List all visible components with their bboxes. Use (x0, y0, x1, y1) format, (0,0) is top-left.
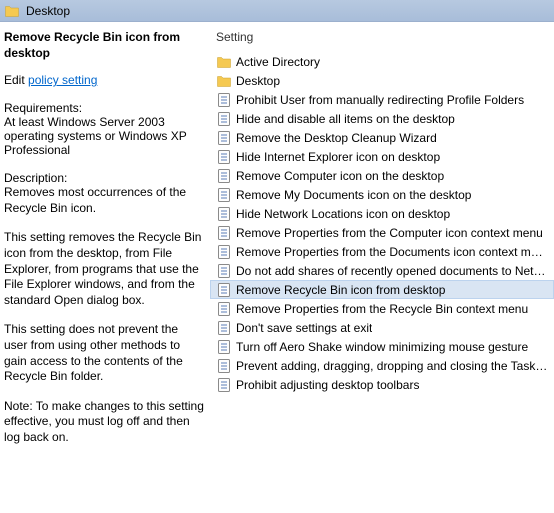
policy-icon (216, 244, 232, 260)
setting-policy-item[interactable]: Remove Properties from the Computer icon… (210, 223, 554, 242)
setting-item-label: Hide Network Locations icon on desktop (236, 207, 450, 221)
setting-item-label: Remove Computer icon on the desktop (236, 169, 444, 183)
policy-icon (216, 168, 232, 184)
requirements-label: Requirements: (4, 101, 204, 115)
setting-policy-item[interactable]: Prevent adding, dragging, dropping and c… (210, 356, 554, 375)
description-paragraph: Note: To make changes to this setting ef… (4, 399, 204, 446)
main-split: Remove Recycle Bin icon from desktop Edi… (0, 22, 554, 513)
policy-icon (216, 187, 232, 203)
setting-policy-item[interactable]: Prohibit adjusting desktop toolbars (210, 375, 554, 394)
description-paragraph: This setting does not prevent the user f… (4, 322, 204, 384)
description-paragraph: This setting removes the Recycle Bin ico… (4, 230, 204, 308)
setting-item-label: Active Directory (236, 55, 320, 69)
setting-item-label: Do not add shares of recently opened doc… (236, 264, 548, 278)
folder-icon (4, 3, 20, 19)
setting-item-label: Hide and disable all items on the deskto… (236, 112, 455, 126)
edit-policy-link[interactable]: policy setting (28, 73, 97, 87)
setting-folder-item[interactable]: Active Directory (210, 52, 554, 71)
details-panel: Remove Recycle Bin icon from desktop Edi… (0, 22, 210, 513)
setting-policy-item[interactable]: Don't save settings at exit (210, 318, 554, 337)
setting-policy-item[interactable]: Do not add shares of recently opened doc… (210, 261, 554, 280)
setting-item-label: Prohibit User from manually redirecting … (236, 93, 524, 107)
policy-icon (216, 225, 232, 241)
edit-line: Edit policy setting (4, 73, 204, 87)
policy-icon (216, 339, 232, 355)
setting-item-label: Prohibit adjusting desktop toolbars (236, 378, 419, 392)
setting-policy-item[interactable]: Remove Properties from the Documents ico… (210, 242, 554, 261)
setting-policy-item[interactable]: Turn off Aero Shake window minimizing mo… (210, 337, 554, 356)
settings-panel: Setting Active Directory Desktop Prohibit … (210, 22, 554, 513)
setting-policy-item[interactable]: Prohibit User from manually redirecting … (210, 90, 554, 109)
setting-policy-item[interactable]: Remove My Documents icon on the desktop (210, 185, 554, 204)
setting-item-label: Remove Properties from the Recycle Bin c… (236, 302, 528, 316)
folder-icon (216, 73, 232, 89)
policy-icon (216, 206, 232, 222)
policy-title: Remove Recycle Bin icon from desktop (4, 30, 204, 61)
description-label: Description: (4, 171, 204, 185)
setting-policy-item[interactable]: Hide Network Locations icon on desktop (210, 204, 554, 223)
setting-item-label: Remove My Documents icon on the desktop (236, 188, 471, 202)
setting-item-label: Remove Properties from the Documents ico… (236, 245, 548, 259)
header-bar: Desktop (0, 0, 554, 22)
setting-item-label: Desktop (236, 74, 280, 88)
policy-icon (216, 377, 232, 393)
policy-icon (216, 282, 232, 298)
setting-item-label: Don't save settings at exit (236, 321, 372, 335)
setting-policy-item[interactable]: Hide Internet Explorer icon on desktop (210, 147, 554, 166)
setting-policy-item[interactable]: Remove the Desktop Cleanup Wizard (210, 128, 554, 147)
setting-item-label: Remove the Desktop Cleanup Wizard (236, 131, 437, 145)
setting-item-label: Remove Properties from the Computer icon… (236, 226, 543, 240)
policy-icon (216, 320, 232, 336)
policy-icon (216, 301, 232, 317)
policy-icon (216, 111, 232, 127)
header-title: Desktop (26, 4, 70, 18)
policy-icon (216, 130, 232, 146)
setting-item-label: Prevent adding, dragging, dropping and c… (236, 359, 548, 373)
description-container: Removes most occurrences of the Recycle … (4, 185, 204, 445)
policy-icon (216, 358, 232, 374)
setting-policy-item[interactable]: Remove Recycle Bin icon from desktop (210, 280, 554, 299)
setting-item-label: Turn off Aero Shake window minimizing mo… (236, 340, 528, 354)
requirements-text: At least Windows Server 2003 operating s… (4, 115, 204, 157)
folder-icon (216, 54, 232, 70)
setting-list: Active Directory Desktop Prohibit User fro… (210, 48, 554, 394)
policy-icon (216, 92, 232, 108)
description-paragraph: Removes most occurrences of the Recycle … (4, 185, 204, 216)
setting-policy-item[interactable]: Hide and disable all items on the deskto… (210, 109, 554, 128)
edit-prefix: Edit (4, 73, 28, 87)
setting-policy-item[interactable]: Remove Computer icon on the desktop (210, 166, 554, 185)
setting-item-label: Remove Recycle Bin icon from desktop (236, 283, 445, 297)
setting-folder-item[interactable]: Desktop (210, 71, 554, 90)
policy-icon (216, 263, 232, 279)
setting-policy-item[interactable]: Remove Properties from the Recycle Bin c… (210, 299, 554, 318)
policy-icon (216, 149, 232, 165)
column-header-setting[interactable]: Setting (210, 30, 554, 48)
setting-item-label: Hide Internet Explorer icon on desktop (236, 150, 440, 164)
